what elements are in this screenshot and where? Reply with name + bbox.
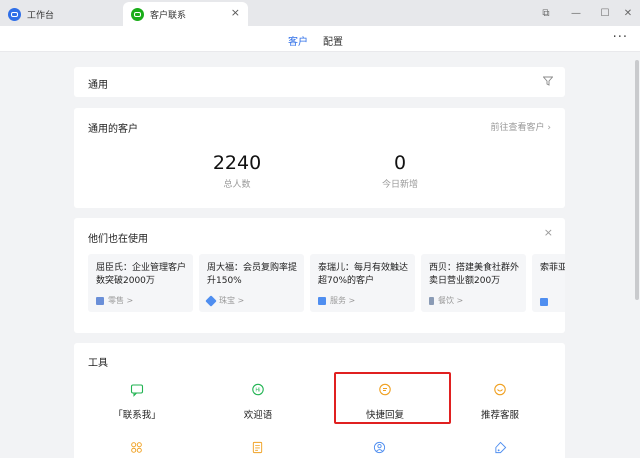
case-text: 索菲亚提升 bbox=[540, 263, 565, 273]
close-tab-icon[interactable]: × bbox=[231, 7, 240, 19]
retail-icon bbox=[96, 296, 104, 305]
chat-bubble-icon bbox=[130, 384, 144, 397]
case-tag-label: 零售 > bbox=[108, 296, 134, 305]
scrollbar[interactable] bbox=[635, 60, 639, 300]
customers-card: 通用的客户 前往查看客户 › 2240 总人数 0 今日新增 bbox=[74, 108, 565, 208]
customers-title: 通用的客户 bbox=[88, 124, 138, 135]
tool-welcome-message[interactable]: Hi 欢迎语 bbox=[208, 383, 308, 421]
tool-label: 推荐客服 bbox=[480, 410, 519, 421]
case-list: 屈臣氏：企业管理客户数突破2000万 零售 > 周大福：会员复购率提升150% … bbox=[88, 254, 565, 312]
user-circle-icon[interactable] bbox=[373, 441, 386, 454]
tab-label: 客户联系 bbox=[150, 10, 187, 21]
today-value: 0 bbox=[393, 152, 407, 174]
service-icon bbox=[318, 296, 326, 305]
tool-label: 欢迎语 bbox=[243, 410, 273, 421]
today-count[interactable]: 0 今日新增 bbox=[335, 152, 465, 190]
smile-bubble-icon bbox=[494, 383, 506, 396]
total-label: 总人数 bbox=[223, 180, 251, 190]
total-count[interactable]: 2240 总人数 bbox=[172, 152, 302, 190]
case-text: 周大福：会员复购率提升150% bbox=[207, 263, 298, 286]
cases-card: 他们也在使用 × 屈臣氏：企业管理客户数突破2000万 零售 > 周大福：会员复… bbox=[74, 218, 565, 333]
case-tag: 餐饮 > bbox=[429, 295, 463, 306]
close-window-icon[interactable]: ✕ bbox=[614, 0, 640, 26]
nav-tab-customers[interactable]: 客户 bbox=[288, 33, 308, 48]
hi-bubble-icon: Hi bbox=[252, 383, 264, 396]
cutlery-icon bbox=[429, 296, 434, 305]
filter-icon[interactable] bbox=[543, 76, 553, 86]
header-nav: 客户 配置 ··· bbox=[0, 26, 640, 52]
cases-title: 他们也在使用 bbox=[88, 234, 148, 245]
tab-workbench[interactable]: 工作台 bbox=[0, 2, 120, 26]
home-icon bbox=[540, 298, 548, 306]
close-cases-icon[interactable]: × bbox=[544, 226, 553, 239]
tools-title: 工具 bbox=[88, 358, 108, 369]
svg-text:Hi: Hi bbox=[255, 388, 260, 394]
goto-customers-link[interactable]: 前往查看客户 › bbox=[491, 120, 551, 133]
case-item[interactable]: 泰瑞儿：每月有效触达超70%的客户 服务 > bbox=[310, 254, 415, 312]
case-item[interactable]: 周大福：会员复购率提升150% 珠宝 > bbox=[199, 254, 304, 312]
case-text: 泰瑞儿：每月有效触达超70%的客户 bbox=[318, 263, 409, 286]
nav-tab-config[interactable]: 配置 bbox=[323, 33, 343, 48]
case-text: 西贝：搭建美食社群外卖日营业额200万 bbox=[429, 263, 520, 286]
main-content: 通用 通用的客户 前往查看客户 › 2240 总人数 0 今日新增 他们也在使用… bbox=[0, 53, 640, 458]
tab-label: 工作台 bbox=[27, 10, 55, 21]
total-value: 2240 bbox=[212, 152, 262, 174]
workbench-icon bbox=[8, 7, 21, 21]
case-item[interactable]: 索菲亚提升 bbox=[532, 254, 565, 312]
tools-card: 工具 「联系我」 Hi 欢迎语 快捷回复 推荐客服 bbox=[74, 343, 565, 458]
case-tag-label: 餐饮 > bbox=[438, 296, 464, 305]
minimize-icon[interactable]: — bbox=[562, 0, 590, 26]
tool-contact-me[interactable]: 「联系我」 bbox=[87, 383, 187, 421]
case-tag-label: 珠宝 > bbox=[219, 296, 245, 305]
tool-label: 「联系我」 bbox=[113, 410, 161, 421]
highlight-box bbox=[334, 372, 451, 424]
case-tag-label: 服务 > bbox=[330, 296, 356, 305]
general-title: 通用 bbox=[88, 80, 108, 91]
general-card: 通用 bbox=[74, 67, 565, 97]
title-bar: 工作台 客户联系 × ⧉ — ☐ ✕ bbox=[0, 0, 640, 26]
tool-recommend-service[interactable]: 推荐客服 bbox=[450, 383, 550, 421]
tag-icon[interactable] bbox=[494, 441, 507, 454]
grid-icon[interactable] bbox=[130, 441, 143, 454]
pin-icon[interactable]: ⧉ bbox=[532, 0, 560, 26]
case-text: 屈臣氏：企业管理客户数突破2000万 bbox=[96, 263, 187, 286]
tab-customer-contact[interactable]: 客户联系 × bbox=[123, 2, 248, 26]
case-tag: 服务 > bbox=[318, 295, 355, 306]
today-label: 今日新增 bbox=[381, 180, 418, 190]
case-tag bbox=[540, 298, 552, 306]
wechat-icon bbox=[131, 7, 144, 21]
case-tag: 珠宝 > bbox=[205, 294, 245, 307]
case-item[interactable]: 西贝：搭建美食社群外卖日营业额200万 餐饮 > bbox=[421, 254, 526, 312]
more-icon[interactable]: ··· bbox=[613, 30, 628, 45]
document-icon[interactable] bbox=[251, 441, 264, 454]
case-tag: 零售 > bbox=[96, 295, 133, 306]
diamond-icon bbox=[205, 294, 217, 307]
case-item[interactable]: 屈臣氏：企业管理客户数突破2000万 零售 > bbox=[88, 254, 193, 312]
